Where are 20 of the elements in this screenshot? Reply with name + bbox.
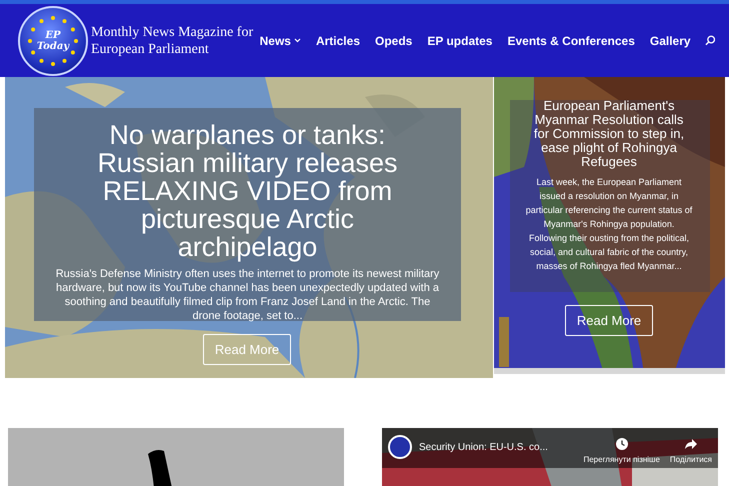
- nav-link[interactable]: News: [260, 32, 301, 50]
- site-tagline: Monthly News Magazine for European Parliament: [91, 24, 254, 58]
- nav-link[interactable]: EP updates: [427, 32, 492, 50]
- nav-link[interactable]: Articles: [316, 32, 360, 50]
- logo-text: EP: [45, 30, 61, 40]
- video-player[interactable]: Security Union: EU-U.S. co... Переглянути пізніше Поділитися: [382, 428, 718, 486]
- nav-link[interactable]: Gallery: [650, 32, 691, 50]
- slide-excerpt: Last week, the European Parliament issued a resolution on Myanmar, in particular referencing the current status of Myanmar's Rohingya population. Following their ousting from the political, social, and cultural fabric of the country, masses of Rohingya fled Myanmar...: [525, 176, 693, 273]
- nav-link[interactable]: Events & Conferences: [507, 32, 635, 50]
- logo[interactable]: EP Today: [18, 6, 88, 76]
- share-icon[interactable]: [684, 437, 698, 451]
- logo-text: Today: [36, 40, 70, 52]
- video-title[interactable]: Security Union: EU-U.S. co...: [419, 440, 548, 455]
- nav-link[interactable]: Opeds: [375, 32, 412, 50]
- search-icon[interactable]: [704, 35, 715, 46]
- video-action-label[interactable]: Переглянути пізніше: [583, 454, 660, 466]
- video-action-label[interactable]: Поділитися: [670, 454, 712, 466]
- clock-icon[interactable]: [614, 437, 629, 451]
- stars-ring-icon: [27, 14, 79, 66]
- slide-headline[interactable]: European Parliament's Myanmar Resolution calls for Commission to step in, ease plight of Rohingya Refugees: [526, 99, 692, 169]
